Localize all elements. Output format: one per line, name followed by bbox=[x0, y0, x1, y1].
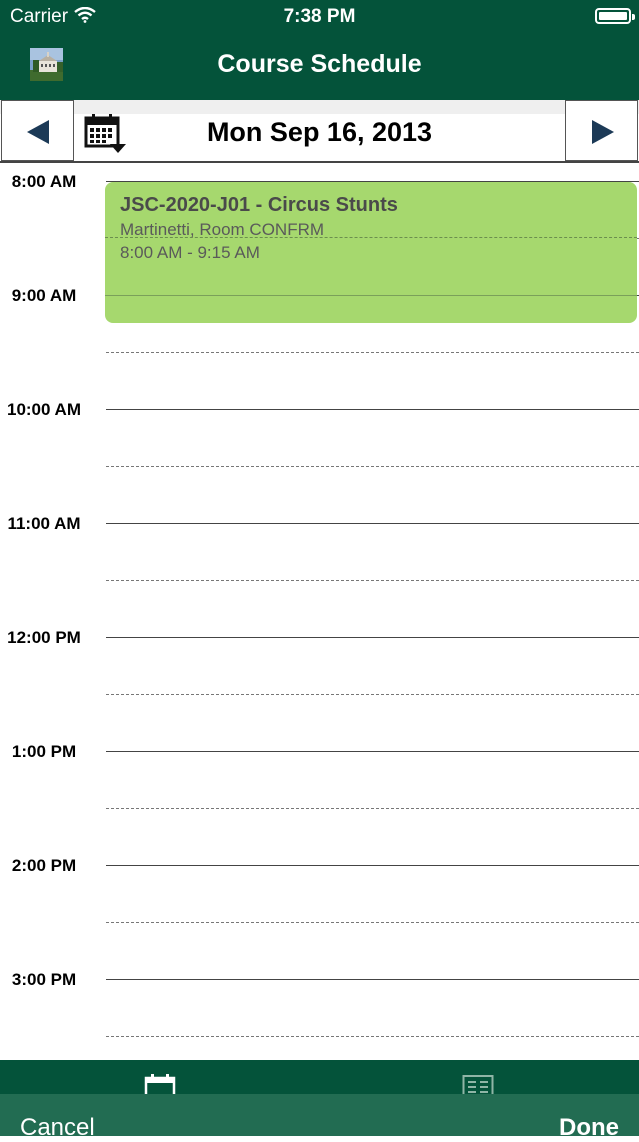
event-location: Martinetti, Room CONFRM bbox=[120, 220, 325, 239]
next-arrow-icon bbox=[592, 120, 614, 144]
battery-icon bbox=[595, 8, 635, 24]
half-hour-line bbox=[106, 352, 639, 353]
status-time: 7:38 PM bbox=[283, 6, 356, 27]
half-hour-line bbox=[106, 922, 639, 923]
hour-label: 11:00 AM bbox=[7, 514, 81, 533]
page-title: Course Schedule bbox=[217, 50, 422, 78]
hour-line bbox=[106, 751, 639, 752]
selected-date: Mon Sep 16, 2013 bbox=[206, 117, 433, 147]
course-event[interactable]: JSC-2020-J01 - Circus Stunts Martinetti,… bbox=[105, 182, 637, 323]
hour-label: 9:00 AM bbox=[11, 286, 77, 305]
hour-line bbox=[106, 637, 639, 638]
event-title: JSC-2020-J01 - Circus Stunts bbox=[120, 194, 398, 216]
event-time-range: 8:00 AM - 9:15 AM bbox=[120, 243, 260, 262]
hour-label: 2:00 PM bbox=[11, 856, 77, 875]
done-button[interactable]: Done bbox=[559, 1114, 619, 1142]
half-hour-line bbox=[106, 808, 639, 809]
half-hour-line bbox=[106, 466, 639, 467]
hour-line bbox=[106, 865, 639, 866]
status-bar: Carrier 7:38 PM bbox=[0, 0, 639, 33]
hour-line bbox=[106, 979, 639, 980]
action-bar: Cancel Done bbox=[0, 1094, 639, 1141]
top-bar: Carrier 7:38 PM Course Schedule bbox=[0, 0, 639, 100]
hour-line bbox=[106, 409, 639, 410]
half-hour-line bbox=[106, 694, 639, 695]
hour-label: 12:00 PM bbox=[7, 628, 81, 647]
prev-arrow-icon bbox=[27, 120, 49, 144]
hour-label: 3:00 PM bbox=[11, 970, 77, 989]
half-hour-line bbox=[106, 580, 639, 581]
next-day-button[interactable] bbox=[565, 100, 638, 161]
hour-line bbox=[106, 523, 639, 524]
cancel-button[interactable]: Cancel bbox=[20, 1114, 95, 1142]
previous-day-button[interactable] bbox=[1, 100, 74, 161]
hour-label: 1:00 PM bbox=[11, 742, 77, 761]
hour-label: 10:00 AM bbox=[6, 400, 81, 419]
half-hour-line bbox=[106, 1036, 639, 1037]
hour-label: 8:00 AM bbox=[11, 172, 77, 191]
date-navigation-bar: Mon Sep 16, 2013 bbox=[0, 100, 639, 163]
